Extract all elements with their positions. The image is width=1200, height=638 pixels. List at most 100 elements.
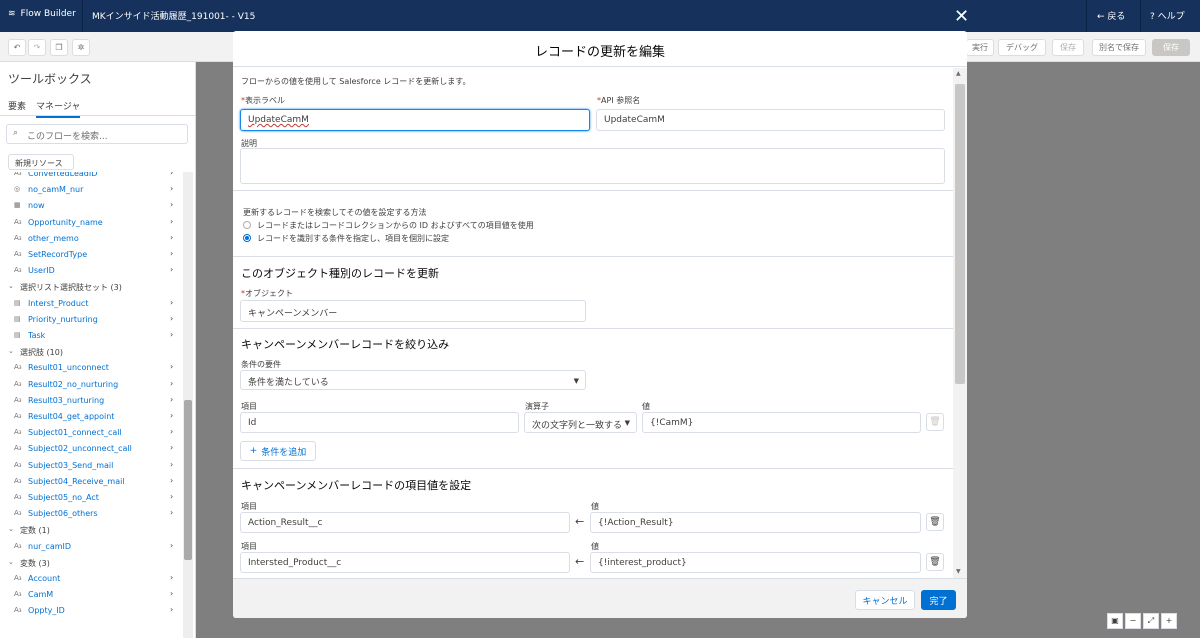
trash-icon: 🗑 xyxy=(929,517,941,527)
scrollbar-thumb[interactable] xyxy=(184,400,192,560)
settings-button[interactable]: ✲ xyxy=(72,39,90,56)
assignment-field-input[interactable]: Intersted_Product__c xyxy=(240,552,570,573)
resource-item[interactable]: A₃ Result02_no_nurturing › xyxy=(0,377,182,393)
fullscreen-button[interactable]: ⤢ xyxy=(1143,613,1159,629)
redo-button[interactable]: ↷ xyxy=(28,39,46,56)
resource-item[interactable]: A₃ Result01_unconnect › xyxy=(0,360,182,376)
check-button[interactable]: 保存 xyxy=(1052,39,1084,56)
resource-group-header[interactable]: ⌄ 選択肢 (10) xyxy=(0,344,182,360)
resource-item[interactable]: A₃ Account › xyxy=(0,571,182,587)
radio-specify-conditions-label: レコードを識別する条件を指定し、項目を個別に設定 xyxy=(257,234,449,243)
radio-use-ids[interactable] xyxy=(243,221,251,229)
assignment-value-value: {!interest_product} xyxy=(598,558,687,568)
resource-item[interactable]: A₃ Opportunity_name › xyxy=(0,215,182,231)
resource-item[interactable]: A₃ Result03_nurturing › xyxy=(0,393,182,409)
modal-scrollbar[interactable]: ▲ ▼ xyxy=(953,68,967,578)
save-as-button[interactable]: 別名で保存 xyxy=(1092,39,1146,56)
zoom-out-button[interactable]: − xyxy=(1125,613,1141,629)
tab-manager[interactable]: マネージャ xyxy=(36,99,81,118)
condition-requirement-select[interactable]: 条件を満たしている ▼ xyxy=(240,370,586,390)
date-icon: ▦ xyxy=(14,201,21,210)
fit-view-button[interactable]: ▣ xyxy=(1107,613,1123,629)
resource-item[interactable]: A₃ SetRecordType › xyxy=(0,247,182,263)
filter-value-input[interactable]: {!CamM} xyxy=(642,412,921,433)
cancel-button[interactable]: キャンセル xyxy=(855,590,915,610)
scrollbar-thumb[interactable] xyxy=(955,84,965,384)
resource-label: Subject05_no_Act xyxy=(28,493,99,502)
undo-button[interactable]: ↶ xyxy=(8,39,26,56)
label-input[interactable]: UpdateCamM xyxy=(240,109,590,131)
resource-item[interactable]: A₃ Subject03_Send_mail › xyxy=(0,458,182,474)
help-button[interactable]: ? ヘルプ xyxy=(1150,9,1185,22)
scroll-down-icon[interactable]: ▼ xyxy=(956,568,961,575)
resource-item[interactable]: A₃ Subject04_Receive_mail › xyxy=(0,474,182,490)
resource-item[interactable]: A₃ UserID › xyxy=(0,263,182,279)
resource-item[interactable]: A₃ nur_camID › xyxy=(0,539,182,555)
text-variable-icon: A₃ xyxy=(14,428,22,437)
modal-close-button[interactable]: ✕ xyxy=(954,6,969,27)
filter-field-input[interactable]: Id xyxy=(240,412,519,433)
object-value: キャンペーンメンバー xyxy=(248,309,338,319)
resource-item[interactable]: A₃ other_memo › xyxy=(0,231,182,247)
api-name-caption: API 参照名 xyxy=(601,96,641,105)
resource-group-header[interactable]: ⌄ 選択リスト選択肢セット (3) xyxy=(0,279,182,295)
back-label: 戻る xyxy=(1107,12,1126,22)
search-input[interactable]: ⌕ このフローを検索... xyxy=(6,124,188,144)
text-variable-icon: A₃ xyxy=(14,412,22,420)
filter-section-title: キャンペーンメンバーレコードを絞り込み xyxy=(241,338,450,351)
save-button[interactable]: 保存 xyxy=(1152,39,1190,56)
resource-item[interactable]: ◎ no_camM_nur › xyxy=(0,182,182,198)
resource-item[interactable]: ▦ now › xyxy=(0,198,182,214)
assignment-field-input[interactable]: Action_Result__c xyxy=(240,512,570,533)
resource-item[interactable]: ▤ Interst_Product › xyxy=(0,296,182,312)
text-variable-icon: A₃ xyxy=(14,250,22,258)
new-resource-button[interactable]: 新規リソース xyxy=(8,154,74,170)
chevron-right-icon: › xyxy=(170,605,174,615)
copy-button[interactable]: ❐ xyxy=(50,39,68,56)
resource-item[interactable]: A₃ Subject05_no_Act › xyxy=(0,490,182,506)
done-button[interactable]: 完了 xyxy=(921,590,956,610)
resource-item[interactable]: A₃ Result04_get_appoint › xyxy=(0,409,182,425)
arrow-left-icon: ← xyxy=(1097,12,1108,22)
delete-assignment-button[interactable]: 🗑 xyxy=(926,513,944,531)
chevron-right-icon: › xyxy=(170,297,174,307)
resource-item[interactable]: ▤ Priority_nurturing › xyxy=(0,312,182,328)
resource-item[interactable]: A₃ Subject01_connect_call › xyxy=(0,425,182,441)
debug-button[interactable]: デバッグ xyxy=(998,39,1046,56)
radio-specify-conditions[interactable] xyxy=(243,234,251,242)
resource-item[interactable]: A₃ Subject02_unconnect_call › xyxy=(0,441,182,457)
zoom-in-button[interactable]: + xyxy=(1161,613,1177,629)
toolbox-scrollbar[interactable] xyxy=(183,172,193,638)
resource-item[interactable]: A₃ Subject06_others › xyxy=(0,506,182,522)
object-input[interactable]: キャンペーンメンバー xyxy=(240,300,586,322)
resource-label: Result01_unconnect xyxy=(28,363,109,373)
description-textarea[interactable] xyxy=(240,148,945,184)
assignment-value-input[interactable]: {!interest_product} xyxy=(590,552,921,573)
back-button[interactable]: ← 戻る xyxy=(1097,9,1125,22)
plus-icon: + xyxy=(249,446,258,456)
delete-condition-button[interactable]: 🗑 xyxy=(926,413,944,431)
resource-group-header[interactable]: ⌄ 変数 (3) xyxy=(0,555,182,571)
assignment-value-input[interactable]: {!Action_Result} xyxy=(590,512,921,533)
resource-item[interactable]: A₃ Oppty_ID › xyxy=(0,603,182,619)
text-variable-icon: A₃ xyxy=(14,266,22,275)
resource-item[interactable]: A₃ CamM › xyxy=(0,587,182,603)
add-condition-button[interactable]: + 条件を追加 xyxy=(240,441,316,461)
api-name-input[interactable]: UpdateCamM xyxy=(596,109,945,131)
filter-operator-select[interactable]: 次の文字列と一致する ▼ xyxy=(524,412,637,433)
resource-item[interactable]: ▤ Task › xyxy=(0,328,182,344)
app-name: Flow Builder xyxy=(20,9,76,19)
resource-label: Subject01_connect_call xyxy=(28,428,122,438)
api-name-value: UpdateCamM xyxy=(604,115,665,125)
run-button[interactable]: 実行 xyxy=(966,39,994,56)
chevron-right-icon: › xyxy=(170,200,174,210)
resource-group-header[interactable]: ⌄ 定数 (1) xyxy=(0,522,182,538)
set-values-section-title: キャンペーンメンバーレコードの項目値を設定 xyxy=(241,479,472,492)
resource-label: 定数 (1) xyxy=(20,526,50,536)
resource-item[interactable]: A₃ ConvertedLeadID › xyxy=(0,172,182,182)
chevron-right-icon: › xyxy=(170,313,174,323)
tab-elements[interactable]: 要素 xyxy=(8,99,26,112)
delete-assignment-button[interactable]: 🗑 xyxy=(926,553,944,571)
scroll-up-icon[interactable]: ▲ xyxy=(956,70,961,77)
resource-label: ConvertedLeadID xyxy=(28,172,98,178)
